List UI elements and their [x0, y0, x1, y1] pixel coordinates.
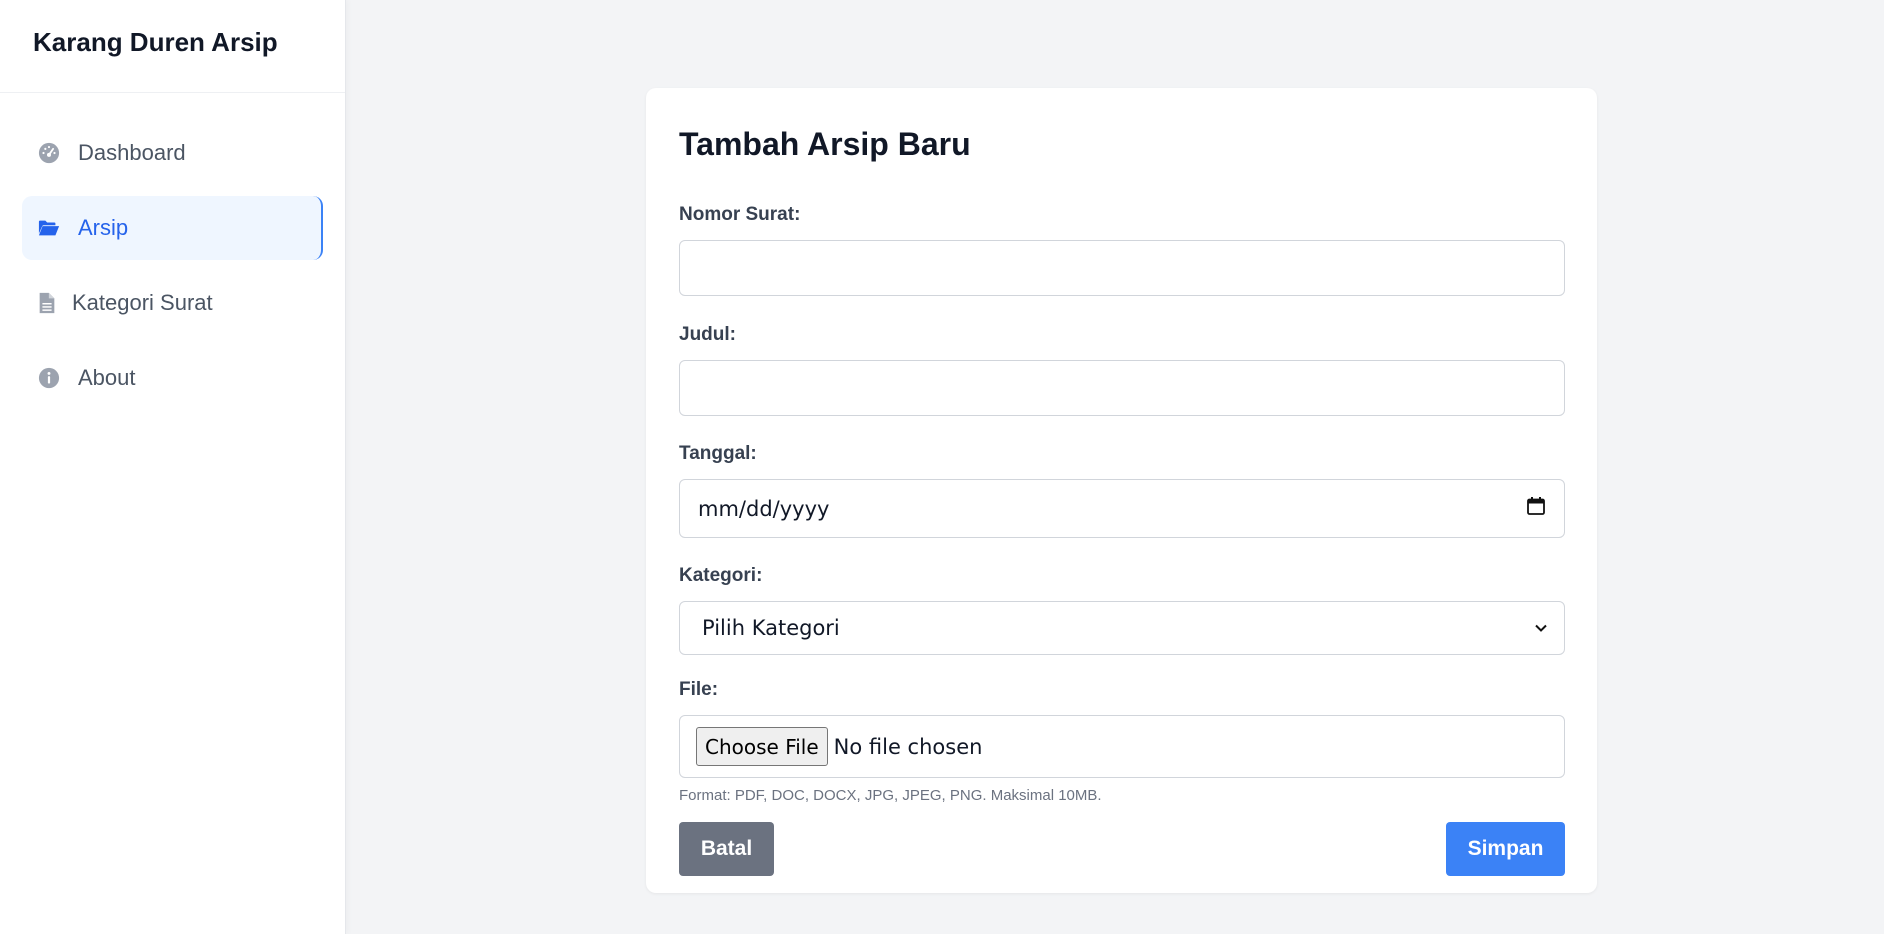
calendar-icon[interactable] [1526, 496, 1546, 521]
info-icon [37, 366, 61, 390]
choose-file-button[interactable]: Choose File [696, 727, 828, 766]
kategori-label: Kategori: [679, 565, 763, 586]
sidebar-item-dashboard[interactable]: Dashboard [22, 121, 323, 185]
chevron-down-icon [1534, 616, 1548, 640]
sidebar-item-label: About [78, 365, 136, 390]
sidebar: Karang Duren Arsip Dashboard Arsip Kateg… [0, 0, 346, 934]
app-title: Karang Duren Arsip [0, 0, 345, 93]
judul-input[interactable] [679, 360, 1565, 416]
tanggal-date-input[interactable]: mm/dd/yyyy [679, 479, 1565, 538]
kategori-select[interactable]: Pilih Kategori [679, 601, 1565, 655]
sidebar-item-label: Kategori Surat [72, 290, 213, 315]
nomor-surat-label: Nomor Surat: [679, 204, 801, 225]
form-card: Tambah Arsip Baru Nomor Surat: Judul: Ta… [646, 88, 1597, 893]
form-actions: Batal Simpan [679, 822, 1565, 876]
sidebar-item-arsip[interactable]: Arsip [22, 196, 323, 260]
file-status: No file chosen [833, 734, 983, 759]
file-label: File: [679, 679, 719, 700]
judul-label: Judul: [679, 324, 736, 345]
sidebar-item-label: Arsip [78, 215, 129, 240]
folder-open-icon [37, 216, 61, 240]
sidebar-nav: Dashboard Arsip Kategori Surat About [0, 93, 345, 410]
sidebar-item-label: Dashboard [78, 140, 186, 165]
cancel-button[interactable]: Batal [679, 822, 774, 876]
nomor-surat-input[interactable] [679, 240, 1565, 296]
file-format-hint: Format: PDF, DOC, DOCX, JPG, JPEG, PNG. … [679, 787, 1102, 804]
sidebar-item-kategori-surat[interactable]: Kategori Surat [22, 271, 323, 335]
date-placeholder: mm/dd/yyyy [698, 496, 830, 521]
kategori-selected-value: Pilih Kategori [702, 616, 840, 640]
file-icon [37, 291, 57, 315]
sidebar-item-about[interactable]: About [22, 346, 323, 410]
page-title: Tambah Arsip Baru [679, 126, 971, 162]
save-button[interactable]: Simpan [1446, 822, 1565, 876]
gauge-icon [37, 141, 61, 165]
file-input[interactable]: Choose File No file chosen [679, 715, 1565, 778]
tanggal-label: Tanggal: [679, 443, 757, 464]
